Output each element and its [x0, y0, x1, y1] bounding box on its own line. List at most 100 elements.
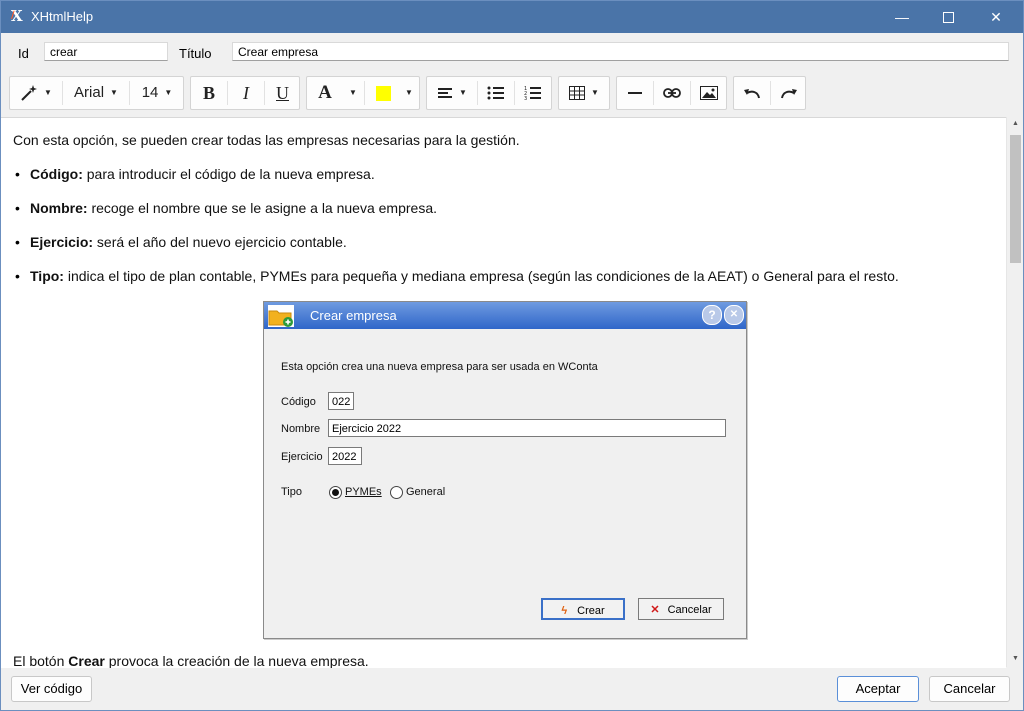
crear-dialog-button: ϟ Crear [541, 598, 625, 620]
bullet-text: será el año del nuevo ejercicio contable… [93, 234, 347, 250]
undo-button[interactable] [734, 77, 770, 109]
close-icon: ✕ [724, 305, 744, 325]
vertical-scrollbar[interactable]: ▲ ▼ [1006, 117, 1023, 667]
dialog-screenshot: Crear empresa ? ✕ Esta opción crea una n… [263, 301, 747, 639]
maximize-icon [942, 12, 954, 23]
bullet-marker: • [15, 200, 20, 216]
dialog-footer: Ver código Aceptar Cancelar [1, 668, 1023, 710]
magic-wand-button[interactable]: ▼ [10, 77, 62, 109]
topic-fields: Id crear Título Crear empresa [1, 33, 1023, 69]
scroll-up-icon[interactable]: ▲ [1007, 117, 1023, 131]
close-button[interactable]: ✕ [973, 1, 1019, 33]
general-label: General [406, 486, 446, 498]
highlight-button[interactable] [365, 77, 401, 109]
bullet-list-button[interactable] [478, 77, 514, 109]
highlight-swatch-icon [375, 85, 391, 101]
magic-wand-icon [21, 85, 38, 101]
bullet-list-icon [487, 86, 504, 100]
table-icon [569, 86, 586, 101]
font-value: Arial [74, 84, 105, 101]
maximize-button[interactable] [925, 1, 971, 33]
horizontal-rule-icon [628, 92, 642, 95]
size-value: 14 [141, 84, 159, 101]
bullet-text: para introducir el código de la nueva em… [82, 166, 375, 182]
codigo-field: 022 [328, 392, 354, 410]
ejercicio-label: Ejercicio [281, 451, 323, 463]
bullet-term: Nombre: [30, 200, 88, 216]
dialog-title: Crear empresa [310, 308, 397, 323]
highlight-dropdown[interactable]: ▼ [399, 77, 419, 109]
bullet-tipo: Tipo: indica el tipo de plan contable, P… [30, 268, 899, 284]
bullet-ejercicio: Ejercicio: será el año del nuevo ejercic… [30, 234, 347, 250]
tipo-label: Tipo [281, 486, 302, 498]
size-select[interactable]: 14 ▼ [130, 77, 184, 109]
redo-icon [780, 89, 797, 99]
numbered-list-button[interactable]: 123 [515, 77, 551, 109]
link-button[interactable] [654, 77, 690, 109]
bullet-term: Código: [30, 166, 83, 182]
window-title: XHtmlHelp [31, 9, 94, 24]
cancelar-dialog-button: ✕ Cancelar [638, 598, 724, 620]
bullet-marker: • [15, 234, 20, 250]
bullet-text: indica el tipo de plan contable, PYMEs p… [63, 268, 899, 284]
font-color-button[interactable]: A [307, 77, 343, 109]
help-icon: ? [702, 305, 722, 325]
scroll-thumb[interactable] [1010, 135, 1021, 263]
insert-group [616, 76, 727, 110]
italic-button[interactable]: I [228, 77, 264, 109]
table-button[interactable]: ▼ [559, 77, 609, 109]
folder-add-icon [268, 305, 294, 327]
font-group: ▼ Arial ▼ 14 ▼ [9, 76, 184, 110]
align-button[interactable]: ▼ [427, 77, 477, 109]
scroll-down-icon[interactable]: ▼ [1007, 652, 1023, 666]
link-icon [663, 88, 681, 98]
nombre-field: Ejercicio 2022 [328, 419, 726, 437]
app-window: ∕ X XHtmlHelp — ✕ Id crear Título Crear e… [0, 0, 1024, 711]
align-left-icon [438, 88, 453, 99]
bold-button[interactable]: B [191, 77, 227, 109]
aceptar-button[interactable]: Aceptar [837, 676, 919, 702]
bullet-term: Tipo: [30, 268, 64, 284]
editor-toolbar: ▼ Arial ▼ 14 ▼ B I U A ▼ ▼ ▼ 1 2 3 ▼ [1, 71, 1023, 115]
history-group [733, 76, 806, 110]
cancel-x-icon: ✕ [650, 604, 660, 616]
ver-codigo-button[interactable]: Ver código [11, 676, 92, 702]
image-icon [700, 86, 718, 101]
title-input[interactable]: Crear empresa [232, 42, 1009, 61]
app-x-icon: ∕ X [11, 7, 23, 25]
font-select[interactable]: Arial ▼ [63, 77, 129, 109]
font-color-dropdown[interactable]: ▼ [343, 77, 363, 109]
redo-button[interactable] [771, 77, 806, 109]
undo-icon [744, 89, 760, 99]
bullet-codigo: Código: para introducir el código de la … [30, 166, 375, 182]
horizontal-rule-button[interactable] [617, 77, 653, 109]
underline-button[interactable]: U [265, 77, 300, 109]
editor-content[interactable]: Con esta opción, se pueden crear todas l… [1, 117, 1006, 668]
pymes-label: PYMEs [345, 486, 382, 498]
title-label: Título [179, 46, 212, 61]
nombre-label: Nombre [281, 423, 321, 435]
ejercicio-field: 2022 [328, 447, 362, 465]
svg-text:3: 3 [524, 96, 527, 101]
bullet-marker: • [15, 166, 20, 182]
paragraph-group: ▼ 123 [426, 76, 552, 110]
color-group: A ▼ ▼ [306, 76, 420, 110]
title-bar: ∕ X XHtmlHelp — ✕ [1, 1, 1023, 33]
bullet-text: recoge el nombre que se le asigne a la n… [87, 200, 438, 216]
cancelar-button[interactable]: Cancelar [929, 676, 1010, 702]
general-radio [390, 486, 403, 499]
intro-paragraph: Con esta opción, se pueden crear todas l… [13, 132, 520, 148]
dialog-title-bar: Crear empresa ? ✕ [264, 302, 746, 329]
id-input[interactable]: crear [44, 42, 168, 61]
minimize-button[interactable]: — [879, 1, 925, 33]
outro-paragraph: El botón Crear provoca la creación de la… [13, 653, 369, 668]
id-label: Id [18, 46, 29, 61]
image-button[interactable] [691, 77, 727, 109]
bullet-term: Ejercicio: [30, 234, 94, 250]
numbered-list-icon: 123 [524, 86, 541, 102]
table-group: ▼ [558, 76, 610, 110]
pymes-radio [329, 486, 342, 499]
lightning-icon: ϟ [561, 605, 568, 617]
bullet-marker: • [15, 268, 20, 284]
style-group: B I U [190, 76, 300, 110]
